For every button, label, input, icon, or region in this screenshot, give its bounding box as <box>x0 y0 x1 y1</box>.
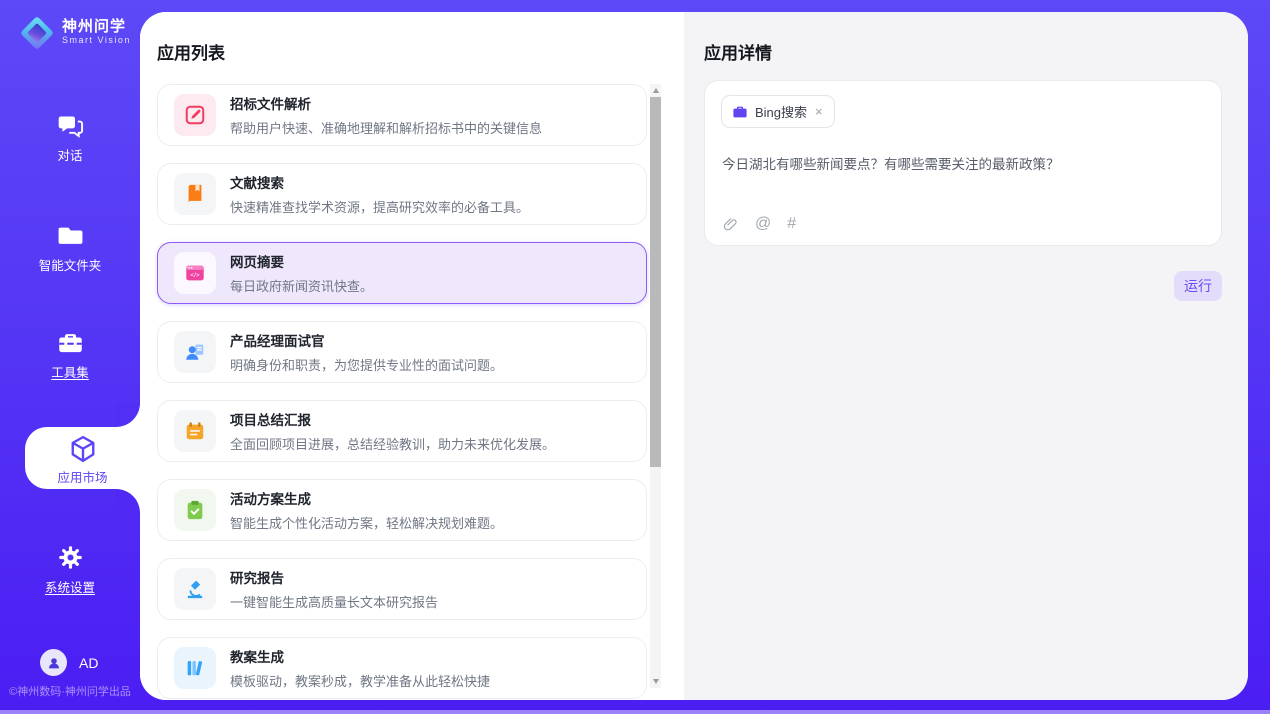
app-list-panel: 应用列表 招标文件解析 帮助用户快速、准确地理解和解析招标书中的关键信息 <box>140 12 684 700</box>
scrollbar-down-arrow-icon[interactable] <box>650 675 661 688</box>
app-name: 产品经理面试官 <box>230 330 503 350</box>
sidebar: 神州问学 Smart Vision 对话 智能文件夹 工具集 <box>0 0 140 714</box>
sidebar-item-settings[interactable]: 系统设置 <box>0 544 140 597</box>
brand-logo: 神州问学 Smart Vision <box>18 13 131 50</box>
app-card-pm-interviewer[interactable]: 产品经理面试官 明确身份和职责，为您提供专业性的面试问题。 <box>157 321 647 383</box>
app-detail-title: 应用详情 <box>704 39 772 64</box>
app-name: 活动方案生成 <box>230 488 503 508</box>
app-list: 招标文件解析 帮助用户快速、准确地理解和解析招标书中的关键信息 文献搜索 快速精… <box>157 84 647 700</box>
window-bottom-edge <box>0 710 1270 714</box>
app-card-project-summary[interactable]: 项目总结汇报 全面回顾项目进展，总结经验教训，助力未来优化发展。 <box>157 400 647 462</box>
pen-square-icon <box>174 94 216 136</box>
close-icon[interactable]: × <box>814 104 824 119</box>
app-desc: 每日政府新闻资讯快查。 <box>230 276 373 295</box>
app-name: 项目总结汇报 <box>230 409 555 429</box>
interviewer-icon <box>174 331 216 373</box>
gear-icon <box>57 544 84 571</box>
tab-fillet-top <box>116 403 140 427</box>
app-list-title: 应用列表 <box>157 39 225 64</box>
microscope-icon <box>174 568 216 610</box>
diamond-logo-icon <box>20 16 54 50</box>
sidebar-item-toolset[interactable]: 工具集 <box>0 329 140 382</box>
app-name: 招标文件解析 <box>230 93 542 113</box>
person-icon <box>46 655 62 671</box>
tool-chip-label: Bing搜索 <box>755 102 807 121</box>
books-icon <box>174 647 216 689</box>
app-name: 研究报告 <box>230 567 438 587</box>
chat-icon <box>57 112 84 139</box>
browser-code-icon: </> <box>174 252 216 294</box>
app-desc: 明确身份和职责，为您提供专业性的面试问题。 <box>230 355 503 374</box>
app-name: 文献搜索 <box>230 172 529 192</box>
app-desc: 一键智能生成高质量长文本研究报告 <box>230 592 438 611</box>
copyright-text: ©神州数码·神州问学出品 <box>0 683 140 699</box>
scrollbar-up-arrow-icon[interactable] <box>650 84 661 97</box>
list-scrollbar[interactable] <box>650 84 661 688</box>
sidebar-item-label: 智能文件夹 <box>39 259 102 273</box>
app-card-web-summary[interactable]: </> 网页摘要 每日政府新闻资讯快查。 <box>157 242 647 304</box>
brand-name: 神州问学 <box>62 18 131 35</box>
clipboard-check-icon <box>174 489 216 531</box>
sidebar-item-label: 对话 <box>57 149 82 163</box>
app-card-bid-parsing[interactable]: 招标文件解析 帮助用户快速、准确地理解和解析招标书中的关键信息 <box>157 84 647 146</box>
scrollbar-thumb[interactable] <box>650 97 661 467</box>
run-button[interactable]: 运行 <box>1174 271 1222 301</box>
app-card-research-report[interactable]: 研究报告 一键智能生成高质量长文本研究报告 <box>157 558 647 620</box>
mention-icon[interactable]: @ <box>755 215 771 233</box>
tab-fillet-bottom <box>116 489 140 513</box>
sidebar-item-label: 系统设置 <box>45 581 95 595</box>
briefcase-icon <box>732 104 748 120</box>
main-content: 应用列表 招标文件解析 帮助用户快速、准确地理解和解析招标书中的关键信息 <box>140 12 1248 700</box>
attach-toolbar: @ # <box>722 215 796 233</box>
hash-icon[interactable]: # <box>787 215 796 233</box>
app-desc: 帮助用户快速、准确地理解和解析招标书中的关键信息 <box>230 118 542 137</box>
toolbox-icon <box>57 329 84 356</box>
avatar <box>40 649 67 676</box>
app-card-literature-search[interactable]: 文献搜索 快速精准查找学术资源，提高研究效率的必备工具。 <box>157 163 647 225</box>
user-initials: AD <box>79 655 98 671</box>
svg-text:</>: </> <box>190 272 200 279</box>
book-icon <box>174 173 216 215</box>
query-input[interactable]: 今日湖北有哪些新闻要点？有哪些需要关注的最新政策？ <box>722 153 1205 173</box>
brand-subtitle: Smart Vision <box>62 35 131 45</box>
folder-icon <box>57 222 84 249</box>
app-desc: 智能生成个性化活动方案，轻松解决规划难题。 <box>230 513 503 532</box>
app-card-lesson-plan[interactable]: 教案生成 模板驱动，教案秒成，教学准备从此轻松快捷 <box>157 637 647 699</box>
sidebar-item-app-market[interactable]: 应用市场 <box>25 427 140 489</box>
sidebar-item-label: 应用市场 <box>57 471 107 485</box>
app-desc: 模板驱动，教案秒成，教学准备从此轻松快捷 <box>230 671 490 690</box>
calendar-icon <box>174 410 216 452</box>
user-account[interactable]: AD <box>40 649 98 676</box>
sidebar-item-chat[interactable]: 对话 <box>0 112 140 165</box>
app-name: 网页摘要 <box>230 251 373 271</box>
app-detail-panel: 应用详情 Bing搜索 × 今日湖北有哪些新闻要点？有哪些需要关注的最新政策？ … <box>684 12 1248 700</box>
app-name: 教案生成 <box>230 646 490 666</box>
app-desc: 全面回顾项目进展，总结经验教训，助力未来优化发展。 <box>230 434 555 453</box>
sidebar-item-label: 工具集 <box>51 366 89 380</box>
paperclip-icon[interactable] <box>722 216 739 233</box>
app-card-event-plan[interactable]: 活动方案生成 智能生成个性化活动方案，轻松解决规划难题。 <box>157 479 647 541</box>
sidebar-item-smart-folder[interactable]: 智能文件夹 <box>0 222 140 275</box>
prompt-card[interactable]: Bing搜索 × 今日湖北有哪些新闻要点？有哪些需要关注的最新政策？ @ # <box>704 80 1222 246</box>
tool-chip-bing-search[interactable]: Bing搜索 × <box>721 95 835 128</box>
cube-icon <box>68 434 98 464</box>
app-desc: 快速精准查找学术资源，提高研究效率的必备工具。 <box>230 197 529 216</box>
